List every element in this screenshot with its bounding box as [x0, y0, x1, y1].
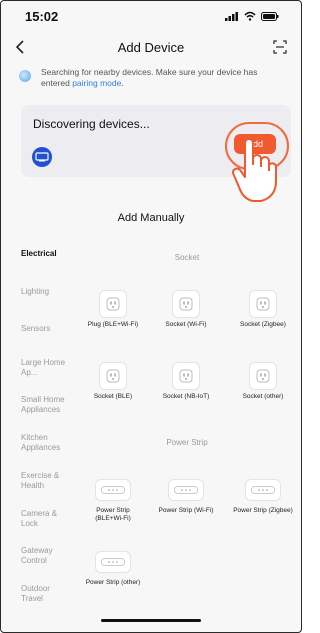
scan-button[interactable] — [273, 40, 287, 54]
device-item[interactable]: Power Strip (Zigbee) — [233, 477, 293, 515]
device-item[interactable]: Socket (other) — [233, 363, 293, 401]
category-sensors[interactable]: Sensors — [21, 324, 81, 334]
socket-icon — [173, 291, 199, 317]
device-item[interactable]: Socket (Zigbee) — [233, 291, 293, 329]
status-bar: 15:02 — [1, 1, 301, 31]
page-title: Add Device — [117, 39, 185, 55]
discovered-device[interactable] — [32, 147, 52, 167]
category-lighting[interactable]: Lighting — [21, 287, 81, 297]
battery-icon — [261, 11, 279, 21]
category-large-home-appliances[interactable]: Large Home Ap... — [21, 358, 69, 378]
power-strip-icon — [246, 480, 280, 500]
search-status: Searching for nearby devices. Make sure … — [19, 67, 287, 88]
pairing-mode-link[interactable]: pairing mode — [72, 78, 121, 88]
socket-icon — [250, 291, 276, 317]
device-item[interactable]: Socket (NB-IoT) — [156, 363, 216, 401]
add-manually-title: Add Manually — [117, 212, 185, 224]
phone-screen: 15:02 Add Device Searching for nearby de… — [0, 0, 302, 633]
section-socket: Socket — [174, 253, 200, 262]
socket-icon — [100, 291, 126, 317]
search-message: Searching for nearby devices. Make sure … — [41, 67, 258, 88]
searching-icon — [19, 70, 31, 82]
home-indicator[interactable] — [101, 619, 201, 622]
signal-icon — [225, 12, 238, 21]
socket-icon — [250, 363, 276, 389]
device-item[interactable]: Socket (BLE) — [83, 363, 143, 401]
device-icon — [35, 152, 49, 162]
nav-header: Add Device — [1, 31, 301, 63]
wifi-icon — [244, 11, 256, 21]
category-exercise-health[interactable]: Exercise & Health — [21, 471, 63, 491]
socket-icon — [173, 363, 199, 389]
category-camera-lock[interactable]: Camera & Lock — [21, 509, 63, 529]
category-kitchen-appliances[interactable]: Kitchen Appliances — [21, 433, 67, 453]
discovery-label: Discovering devices... — [33, 117, 150, 131]
pointing-hand-icon — [232, 139, 277, 202]
category-small-home-appliances[interactable]: Small Home Appliances — [21, 395, 71, 415]
device-item[interactable]: Socket (Wi-Fi) — [156, 291, 216, 329]
section-power-strip: Power Strip — [166, 438, 208, 447]
power-strip-icon — [96, 552, 130, 572]
status-icons — [225, 11, 279, 21]
category-gateway-control[interactable]: Gateway Control — [21, 546, 63, 566]
socket-icon — [100, 363, 126, 389]
back-button[interactable] — [15, 36, 25, 58]
status-time: 15:02 — [25, 8, 59, 24]
device-item[interactable]: Power Strip (BLE+Wi-Fi) — [83, 477, 143, 524]
device-item[interactable]: Power Strip (other) — [83, 549, 143, 587]
category-outdoor-travel[interactable]: Outdoor Travel — [21, 584, 63, 604]
category-electrical[interactable]: Electrical — [21, 249, 81, 259]
chevron-left-icon — [15, 40, 24, 54]
device-item[interactable]: Plug (BLE+Wi-Fi) — [83, 291, 143, 329]
power-strip-icon — [169, 480, 203, 500]
power-strip-icon — [96, 480, 130, 500]
device-item[interactable]: Power Strip (Wi-Fi) — [156, 477, 216, 515]
scan-icon — [273, 40, 287, 54]
